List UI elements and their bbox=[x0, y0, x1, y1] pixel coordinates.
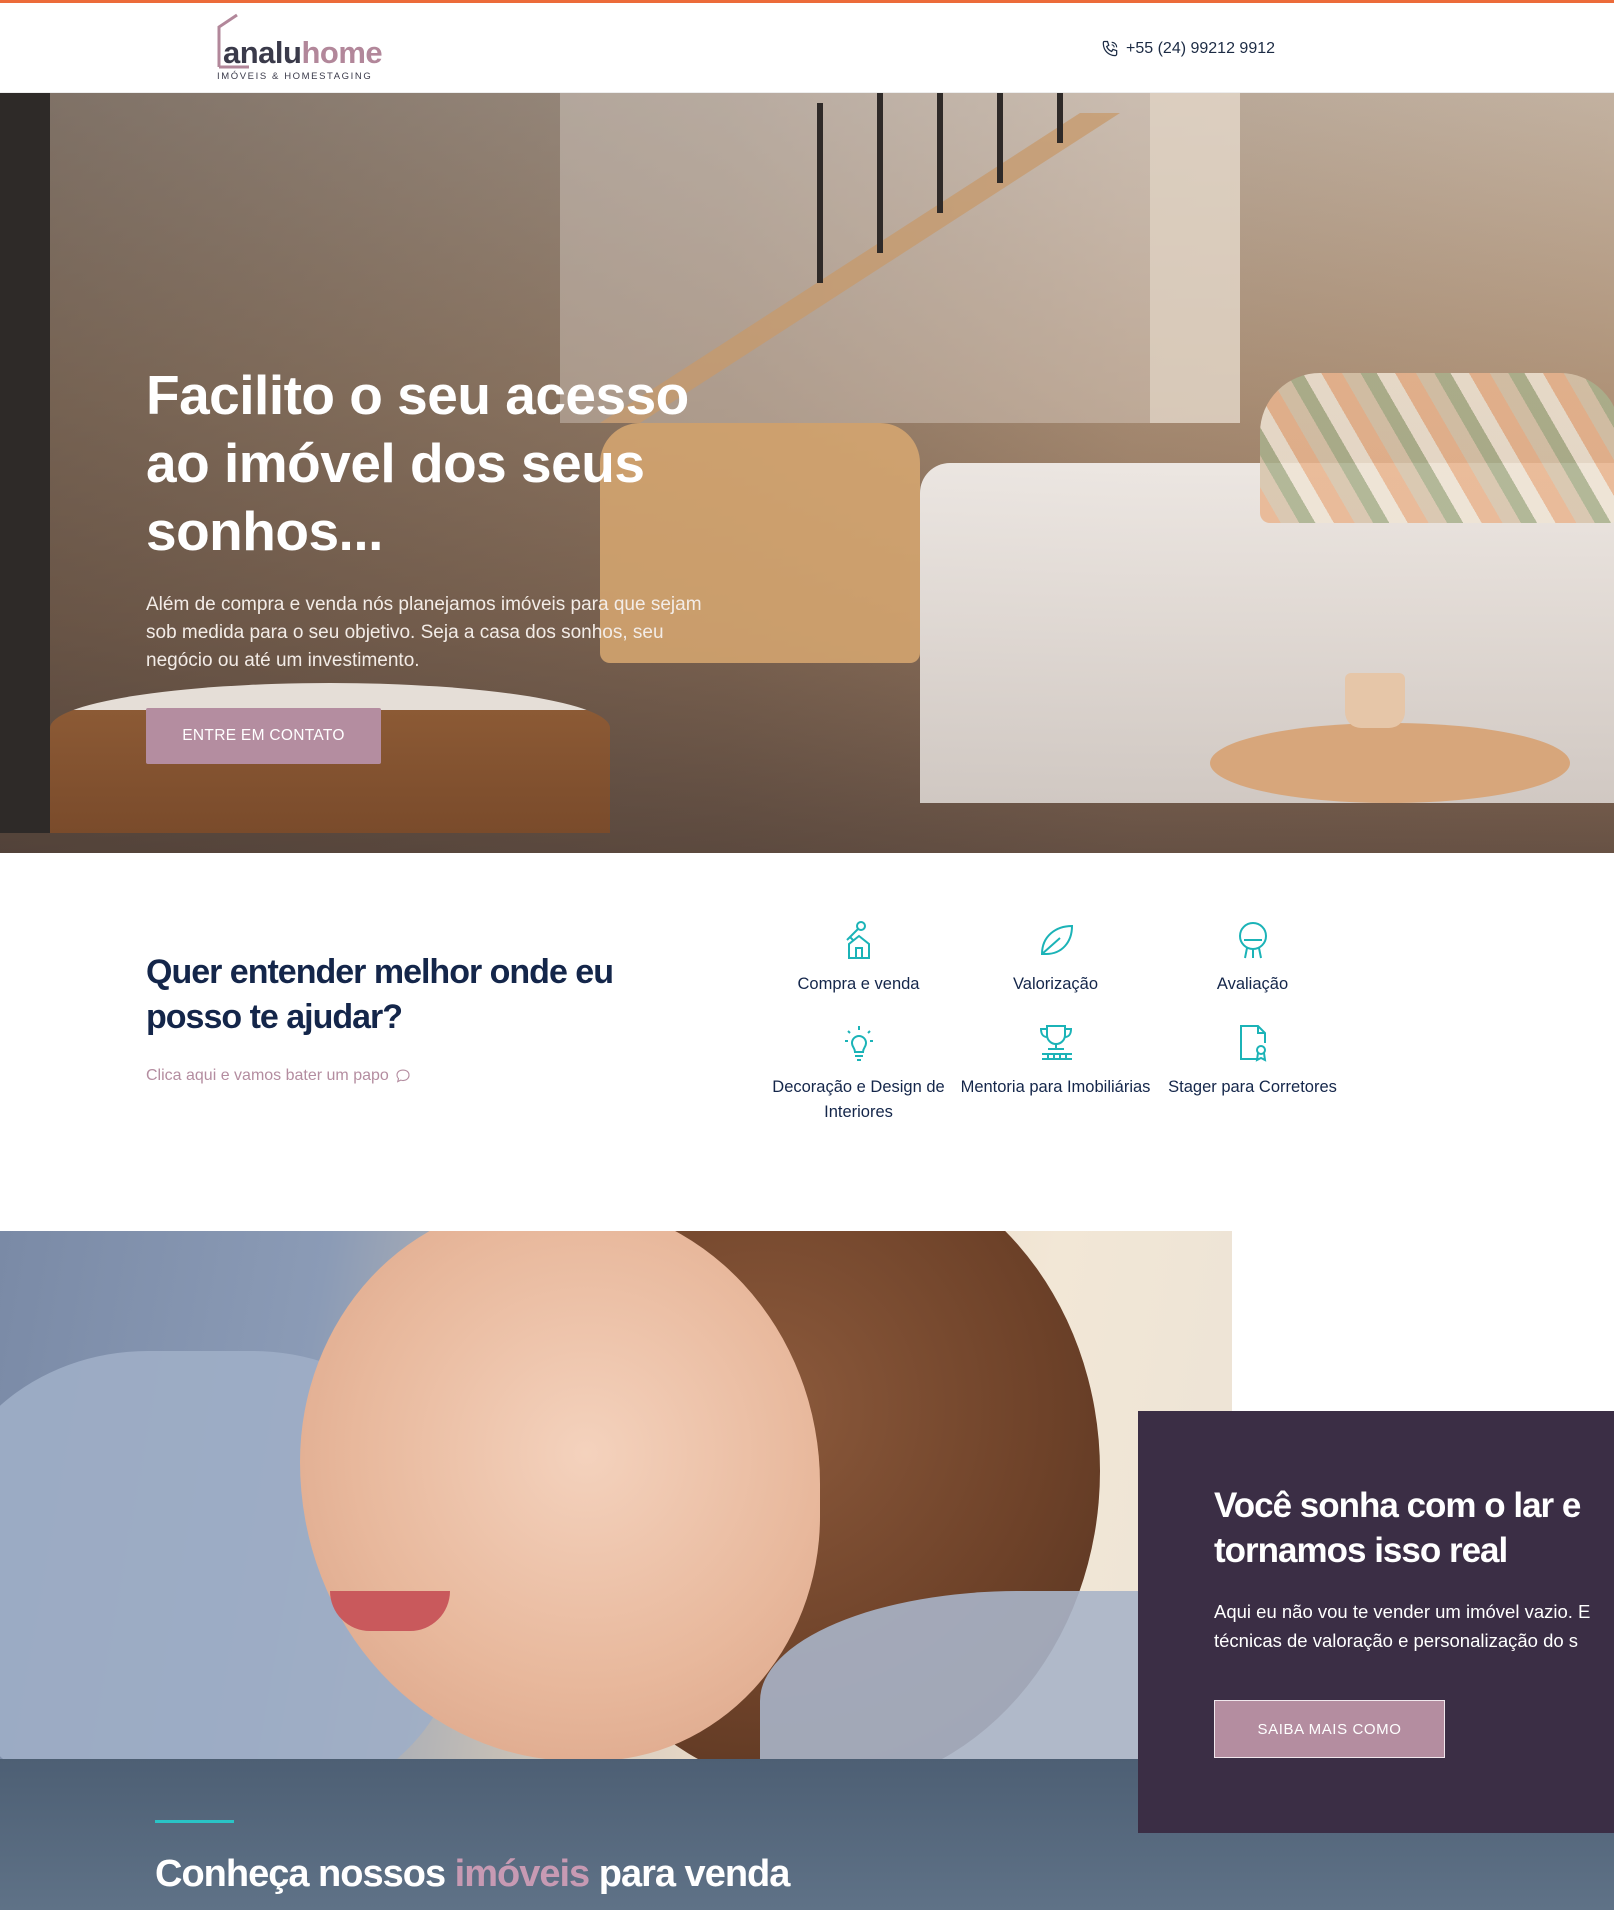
dream-description: Aqui eu não vou te vender um imóvel vazi… bbox=[1214, 1601, 1591, 1651]
trophy-icon bbox=[1034, 1021, 1078, 1065]
woman-smiling-photo bbox=[0, 1231, 1232, 1759]
logo-wordmark: analuhome bbox=[223, 35, 383, 70]
house-key-icon bbox=[837, 918, 881, 962]
leaf-icon bbox=[1034, 918, 1078, 962]
service-mentoria[interactable]: Mentoria para Imobiliárias bbox=[957, 1021, 1154, 1125]
service-label: Decoração e Design de Interiores bbox=[772, 1078, 945, 1121]
dream-card: Você sonha com o lar e tornamos isso rea… bbox=[1138, 1411, 1614, 1833]
phone-number: +55 (24) 99212 9912 bbox=[1126, 40, 1276, 57]
certificate-icon bbox=[1231, 1021, 1275, 1065]
service-label: Mentoria para Imobiliárias bbox=[960, 1078, 1151, 1096]
phone-icon bbox=[1102, 40, 1118, 57]
help-heading: Quer entender melhor onde eu posso te aj… bbox=[146, 953, 614, 1036]
service-valorizacao[interactable]: Valorização bbox=[957, 918, 1154, 997]
service-stager[interactable]: Stager para Corretores bbox=[1154, 1021, 1351, 1125]
hero-description: Além de compra e venda nós planejamos im… bbox=[146, 594, 702, 671]
hero-bg-pillows bbox=[1260, 373, 1614, 523]
dream-heading: Você sonha com o lar e tornamos isso rea… bbox=[1214, 1486, 1581, 1570]
properties-heading: Conheça nossos imóveis para venda bbox=[155, 1853, 790, 1895]
site-header: analuhome IMÓVEIS & HOMESTAGING +55 (24)… bbox=[0, 3, 1614, 93]
service-decoracao[interactable]: Decoração e Design de Interiores bbox=[760, 1021, 957, 1125]
hero-bg-tray bbox=[1210, 723, 1570, 803]
service-avaliacao[interactable]: Avaliação bbox=[1154, 918, 1351, 997]
phone-contact[interactable]: +55 (24) 99212 9912 bbox=[1100, 39, 1275, 59]
chair-icon bbox=[1231, 918, 1275, 962]
hero-title: Facilito o seu acesso ao imóvel dos seus… bbox=[146, 364, 689, 562]
logo[interactable]: analuhome IMÓVEIS & HOMESTAGING bbox=[213, 13, 383, 85]
service-label: Avaliação bbox=[1216, 975, 1289, 993]
lightbulb-icon bbox=[837, 1021, 881, 1065]
learn-more-button[interactable]: SAIBA MAIS COMO bbox=[1214, 1700, 1445, 1758]
hero-section: Facilito o seu acesso ao imóvel dos seus… bbox=[0, 93, 1614, 853]
service-label: Stager para Corretores bbox=[1168, 1078, 1337, 1096]
contact-button[interactable]: ENTRE EM CONTATO bbox=[146, 708, 381, 764]
hero-bg-cup bbox=[1345, 673, 1405, 728]
hero-bg-wall bbox=[0, 93, 50, 833]
chat-bubble-icon bbox=[396, 1069, 410, 1083]
services-grid: Compra e venda Valorização Avaliação Dec… bbox=[760, 918, 1350, 1125]
logo-tagline: IMÓVEIS & HOMESTAGING bbox=[217, 71, 373, 82]
service-label: Valorização bbox=[1013, 975, 1098, 993]
section-accent-line bbox=[155, 1820, 234, 1823]
chat-link-label: Clica aqui e vamos bater um papo bbox=[146, 1067, 389, 1084]
service-label: Compra e venda bbox=[797, 975, 920, 993]
chat-link[interactable]: Clica aqui e vamos bater um papo bbox=[146, 1067, 412, 1085]
service-compra-venda[interactable]: Compra e venda bbox=[760, 918, 957, 997]
